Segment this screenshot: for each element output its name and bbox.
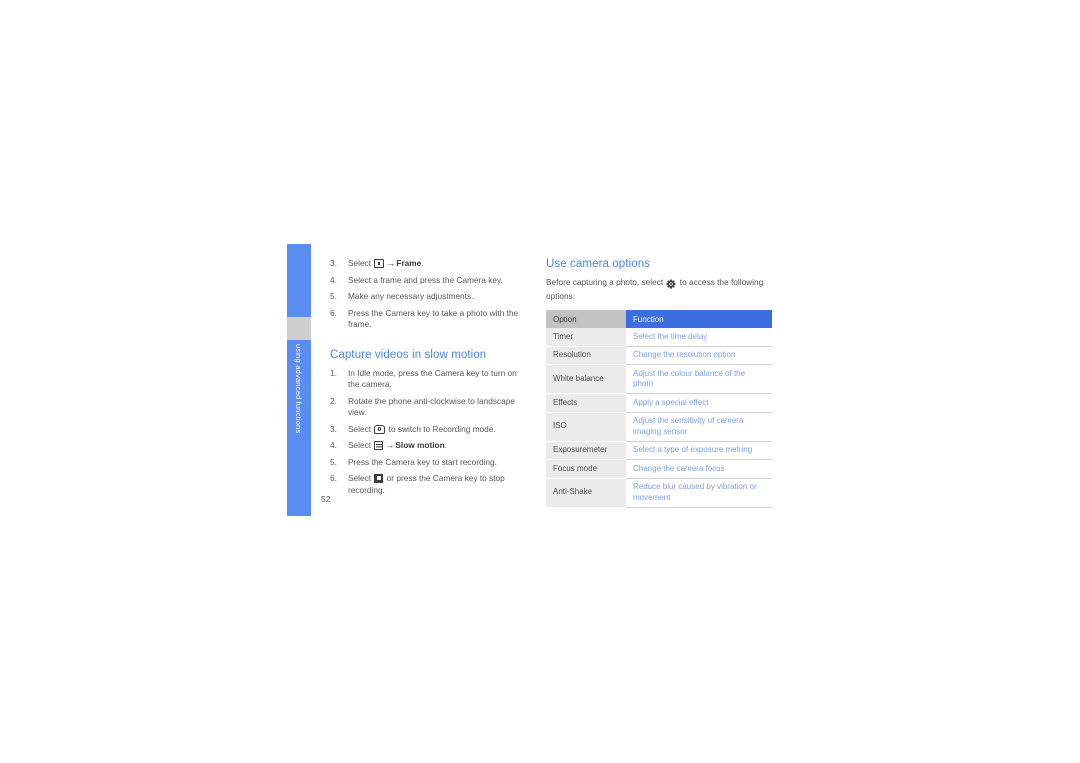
option-function: Select the time delay — [626, 328, 772, 347]
list-item: 3. Select to switch to Recording mode. — [330, 424, 530, 436]
step-text-suffix: . — [421, 258, 424, 268]
step-number: 1. — [330, 367, 337, 378]
list-item: 4. Select →Slow motion. — [330, 440, 530, 452]
step-text: Select →Frame. — [348, 258, 424, 268]
option-function: Adjust the sensitivity of camera imaging… — [626, 412, 772, 442]
table-row: Resolution Change the resolution option — [546, 346, 772, 365]
chapter-side-tab: using advanced functions — [287, 244, 311, 516]
list-item: 6. Press the Camera key to take a photo … — [330, 308, 530, 331]
list-item: 4. Select a frame and press the Camera k… — [330, 275, 530, 287]
left-column: 3. Select →Frame. 4. Select a frame and … — [330, 258, 530, 501]
option-name: Anti-Shake — [546, 478, 626, 508]
option-name: ISO — [546, 412, 626, 442]
step-text-bold: Slow motion — [395, 440, 445, 450]
arrow-glyph: → — [385, 440, 395, 450]
manual-page: using advanced functions 3. Select →Fram… — [0, 0, 1080, 763]
option-function: Adjust the colour balance of the photo — [626, 364, 772, 394]
step-number: 6. — [330, 473, 337, 483]
intro-text-before: Before capturing a photo, select — [546, 277, 666, 287]
table-row: Focus mode Change the camera focus — [546, 459, 772, 479]
table-row: Timer Select the time delay — [546, 328, 772, 347]
side-tab-upper-band — [287, 244, 311, 317]
table-row: Anti-Shake Reduce blur caused by vibrati… — [546, 478, 772, 508]
list-item: 2. Rotate the phone anti-clockwise to la… — [330, 396, 530, 419]
step-text: Press the Camera key to take a photo wit… — [348, 307, 519, 330]
camera-options-intro: Before capturing a photo, select to acce… — [546, 277, 774, 302]
option-name: Focus mode — [546, 459, 626, 479]
step-number: 3. — [330, 258, 337, 268]
step-text-bold: Frame — [396, 258, 422, 268]
stop-icon — [374, 474, 384, 483]
side-tab-marker — [287, 317, 311, 340]
list-item: 3. Select →Frame. — [330, 258, 530, 270]
step-number: 4. — [330, 440, 337, 450]
step-text-prefix: Select — [348, 440, 374, 450]
step-number: 5. — [330, 456, 337, 467]
chapter-label: using advanced functions — [294, 344, 304, 434]
option-name: Resolution — [546, 346, 626, 365]
step-text: Select →Slow motion. — [348, 440, 447, 450]
option-name: White balance — [546, 364, 626, 394]
table-row: White balance Adjust the colour balance … — [546, 364, 772, 394]
step-number: 6. — [330, 307, 337, 318]
option-name: Effects — [546, 393, 626, 413]
step-number: 2. — [330, 395, 337, 406]
option-function: Select a type of exposure metring — [626, 441, 772, 460]
option-function: Reduce blur caused by vibration or movem… — [626, 478, 772, 508]
step-text-prefix: Select — [348, 258, 374, 268]
step-number: 5. — [330, 291, 337, 301]
step-text: Make any necessary adjustments. — [348, 291, 474, 301]
list-item: 1. In Idle mode, press the Camera key to… — [330, 368, 530, 391]
list-item: 5. Press the Camera key to start recordi… — [330, 457, 530, 469]
list-item: 5. Make any necessary adjustments. — [330, 291, 530, 303]
slow-motion-steps-list: 1. In Idle mode, press the Camera key to… — [330, 368, 530, 497]
step-text: Select or press the Camera key to stop r… — [348, 473, 505, 495]
section-heading-slow-motion: Capture videos in slow motion — [330, 348, 487, 361]
step-text: Rotate the phone anti-clockwise to lands… — [348, 395, 515, 418]
column-header-option: Option — [546, 310, 626, 328]
step-text-suffix: . — [444, 440, 448, 450]
continued-steps-list: 3. Select →Frame. 4. Select a frame and … — [330, 258, 530, 331]
table-header-row: Option Function — [546, 310, 772, 328]
step-number: 4. — [330, 274, 337, 285]
table-row: Exposuremeter Select a type of exposure … — [546, 441, 772, 460]
table-row: ISO Adjust the sensitivity of camera ima… — [546, 412, 772, 442]
arrow-glyph: → — [386, 258, 396, 268]
option-name: Timer — [546, 328, 626, 347]
page-number: 52 — [321, 494, 331, 504]
camera-options-table: Option Function Timer Select the time de… — [546, 310, 772, 508]
section-heading-camera-options: Use camera options — [546, 258, 651, 270]
right-column: Use camera options Before capturing a ph… — [546, 258, 774, 508]
list-item: 6. Select or press the Camera key to sto… — [330, 473, 530, 496]
table-row: Effects Apply a special effect — [546, 393, 772, 413]
step-text: Select a frame and press the Camera key. — [348, 274, 503, 285]
option-name: Exposuremeter — [546, 441, 626, 460]
step-number: 3. — [330, 423, 337, 434]
option-function: Change the camera focus — [626, 459, 772, 479]
step-text-prefix: Select — [348, 473, 374, 483]
column-header-function: Function — [626, 310, 772, 328]
step-text: Select to switch to Recording mode. — [348, 424, 496, 434]
option-function: Change the resolution option — [626, 346, 772, 365]
recording-mode-icon — [374, 441, 384, 450]
step-text-suffix: to switch to Recording mode. — [386, 423, 496, 434]
gear-icon — [665, 279, 677, 291]
step-text: In Idle mode, press the Camera key to tu… — [348, 367, 517, 390]
step-text-prefix: Select — [348, 423, 374, 434]
frame-icon — [374, 259, 385, 268]
option-function: Apply a special effect — [626, 393, 772, 413]
camera-icon — [374, 424, 386, 434]
step-text: Press the Camera key to start recording. — [348, 456, 497, 467]
